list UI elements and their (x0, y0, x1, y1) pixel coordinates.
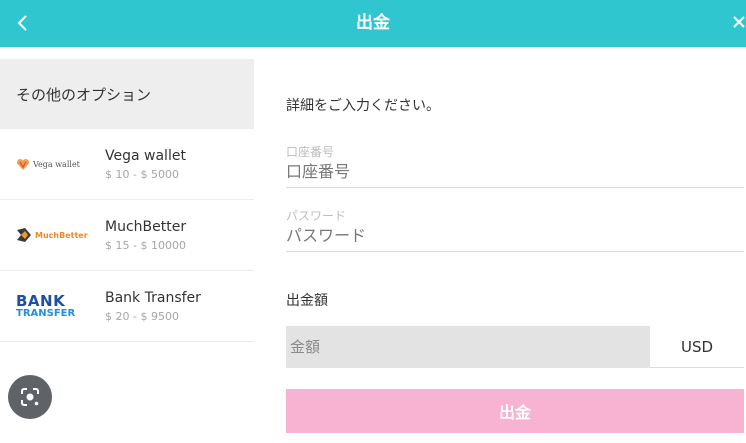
option-range: $ 20 - $ 9500 (105, 309, 179, 323)
withdraw-button[interactable]: 出金 (286, 389, 744, 433)
option-muchbetter[interactable]: MuchBetter MuchBetter $ 15 - $ 10000 (0, 200, 254, 271)
lens-button[interactable] (8, 375, 52, 419)
vega-wallet-logo: Vega wallet (0, 129, 105, 200)
sidebar-title: その他のオプション (0, 59, 254, 129)
option-bank-transfer[interactable]: BANK TRANSFER Bank Transfer $ 20 - $ 950… (0, 271, 254, 342)
password-input[interactable] (286, 224, 744, 251)
close-icon (733, 16, 745, 28)
password-field: パスワード (286, 207, 744, 252)
amount-input[interactable] (286, 326, 650, 368)
lens-icon (21, 388, 39, 406)
bank-logo-text: BANK (16, 291, 66, 310)
option-name: Vega wallet (105, 147, 186, 164)
transfer-logo-text: TRANSFER (16, 307, 76, 319)
page-title: 出金 (356, 13, 390, 33)
currency-label: USD (650, 326, 744, 368)
option-vega-wallet[interactable]: Vega wallet Vega wallet $ 10 - $ 5000 (0, 129, 254, 200)
form-instruction: 詳細をご入力ください。 (286, 98, 440, 114)
bank-transfer-logo: BANK TRANSFER (0, 271, 105, 342)
muchbetter-logo: MuchBetter (0, 200, 105, 271)
option-range: $ 15 - $ 10000 (105, 238, 186, 252)
header-bar: 出金 (0, 0, 746, 47)
password-label: パスワード (286, 209, 347, 223)
vega-heart-icon (16, 158, 30, 170)
muchbetter-logo-text: MuchBetter (35, 230, 88, 240)
account-number-label: 口座番号 (286, 145, 335, 159)
vega-wallet-logo-text: Vega wallet (33, 159, 80, 169)
muchbetter-b-icon (17, 228, 31, 242)
amount-title: 出金額 (286, 293, 328, 309)
option-name: Bank Transfer (105, 289, 201, 306)
account-number-field: 口座番号 (286, 143, 744, 188)
account-number-input[interactable] (286, 160, 744, 187)
option-name: MuchBetter (105, 218, 187, 235)
option-range: $ 10 - $ 5000 (105, 167, 179, 181)
close-button[interactable] (730, 12, 746, 34)
